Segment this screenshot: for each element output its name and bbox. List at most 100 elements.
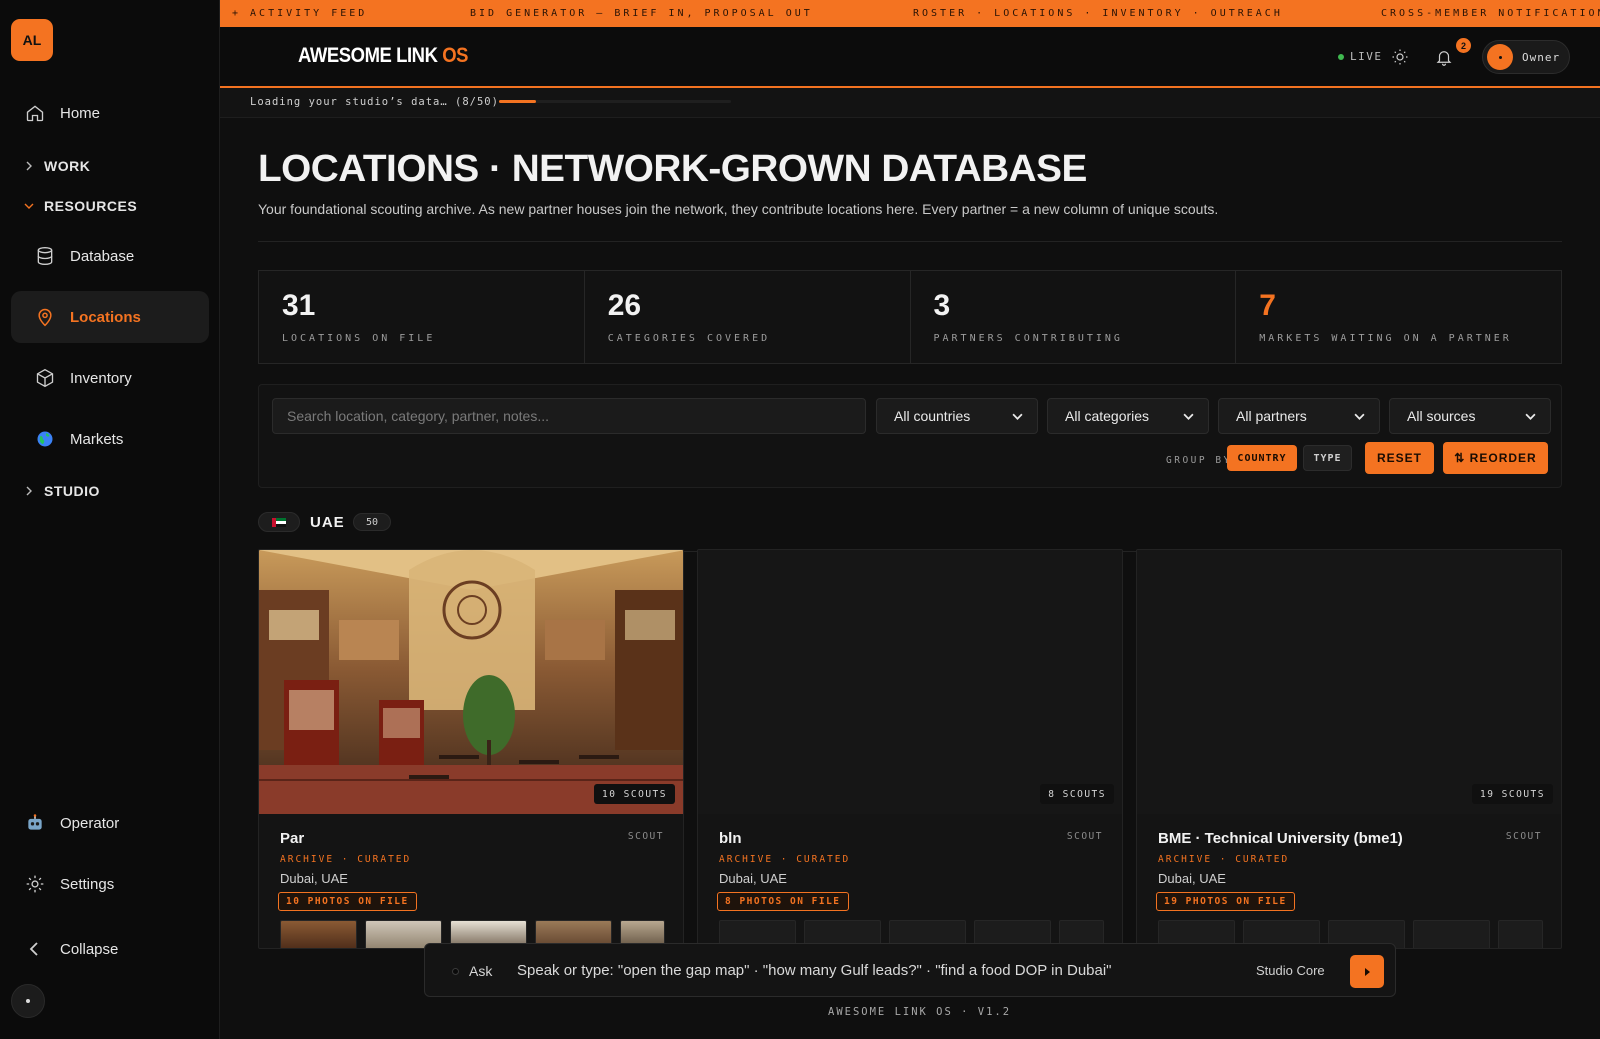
location-name: BME · Technical University (bme1) [1158,830,1403,847]
scouts-count-badge: 8 SCOUTS [1040,784,1114,804]
sidebar-collapse-button[interactable]: Collapse [11,923,209,975]
page-title: LOCATIONS · NETWORK-GROWN DATABASE [258,148,1087,190]
photo-thumbnail[interactable] [1498,920,1543,948]
ask-input[interactable] [517,962,1217,979]
source-tag: SCOUT [1505,831,1542,842]
sun-icon [1392,49,1408,65]
app-version-footer: AWESOME LINK OS · V1.2 [828,1006,1012,1018]
ask-label: Ask [469,963,493,979]
sidebar-section-studio[interactable]: STUDIO [24,483,100,499]
sidebar-item-locations[interactable]: Locations [11,291,209,343]
location-photo-placeholder [698,550,1122,814]
globe-icon [34,428,56,450]
group-by-type-chip[interactable]: TYPE [1303,445,1352,471]
scouts-count-badge: 10 SCOUTS [594,784,675,804]
sidebar-item-database[interactable]: Database [11,230,209,282]
ask-bar: Ask Studio Core [424,943,1396,997]
category-select[interactable]: All categories [1047,398,1209,434]
source-select[interactable]: All sources [1389,398,1551,434]
sidebar-item-operator[interactable]: Operator [11,797,209,849]
sidebar-item-label: Locations [70,308,141,326]
sidebar-section-label: WORK [44,158,91,174]
sidebar-item-label: Inventory [70,369,132,387]
sidebar-item-settings[interactable]: Settings [11,858,209,910]
group-by-label: GROUP BY [1166,455,1232,466]
photos-count-badge: 8 PHOTOS ON FILE [717,892,849,911]
page-subtitle: Your foundational scouting archive. As n… [258,201,1219,217]
play-icon [1365,967,1370,976]
photo-thumbnail[interactable] [280,920,357,948]
brand-wordmark[interactable]: AWESOME LINK OS [298,44,468,68]
group-name: UAE [310,514,345,531]
divider [258,241,1562,242]
country-select[interactable]: All countries [876,398,1038,434]
home-icon [24,102,46,124]
chevron-down-icon [1525,413,1536,420]
live-dot-icon [1338,53,1344,60]
group-by-country-chip[interactable]: COUNTRY [1227,445,1297,471]
reset-button[interactable]: RESET [1365,442,1434,474]
top-header: AWESOME LINK OS LIVE 2 Owner [220,27,1600,88]
location-place: Dubai, UAE [719,871,787,886]
location-meta: ARCHIVE · CURATED [1158,854,1290,865]
sidebar-section-label: RESOURCES [44,198,138,214]
live-indicator: LIVE [1338,50,1383,63]
mic-status-icon [452,968,459,975]
sidebar-item-markets[interactable]: Markets [11,413,209,465]
photos-count-badge: 19 PHOTOS ON FILE [1156,892,1295,911]
source-tag: SCOUT [627,831,664,842]
status-dot-button[interactable] [11,984,45,1018]
sidebar-section-label: STUDIO [44,483,100,499]
reorder-button[interactable]: ⇅ REORDER [1443,442,1548,474]
location-card[interactable]: 8 SCOUTS bln SCOUT ARCHIVE · CURATED Dub… [697,549,1123,949]
sidebar-item-inventory[interactable]: Inventory [11,352,209,404]
chevron-down-icon [1183,413,1194,420]
ticker-item[interactable]: BID GENERATOR — BRIEF IN, PROPOSAL OUT [470,8,813,19]
group-header-uae[interactable]: UAE 50 [258,504,1562,552]
search-input[interactable] [272,398,866,434]
send-button[interactable] [1350,955,1384,988]
location-meta: ARCHIVE · CURATED [280,854,412,865]
bell-icon [1436,51,1452,66]
location-photo-placeholder [1137,550,1561,814]
location-photo [259,550,683,814]
location-card[interactable]: 19 SCOUTS BME · Technical University (bm… [1136,549,1562,949]
activity-ticker: + ACTIVITY FEED BID GENERATOR — BRIEF IN… [220,0,1600,27]
location-name: Par [280,830,305,847]
app-logo[interactable]: AL [11,19,53,61]
model-selector[interactable]: Studio Core [1256,963,1325,978]
location-name: bln [719,830,742,847]
location-place: Dubai, UAE [280,871,348,886]
chevron-right-icon [24,161,38,171]
uae-flag-icon [258,512,300,532]
group-count-badge: 50 [353,513,391,531]
photos-count-badge: 10 PHOTOS ON FILE [278,892,417,911]
loading-text: Loading your studio’s data… (8/50) [250,96,499,108]
chevron-left-icon [24,938,46,960]
photo-thumbnail[interactable] [1413,920,1490,948]
chevron-down-icon [1354,413,1365,420]
sidebar-item-home[interactable]: Home [11,87,209,139]
theme-toggle-button[interactable] [1388,45,1412,69]
location-card[interactable]: 10 SCOUTS Par SCOUT ARCHIVE · CURATED Du… [258,549,684,949]
sidebar-item-label: Operator [60,814,120,832]
map-pin-icon [34,306,56,328]
sidebar: AL Home WORK RESOURCES Database Location… [0,0,220,1039]
filter-panel: All countries All categories All partner… [258,384,1562,488]
stat-categories: 26 CATEGORIES COVERED [585,271,911,363]
ticker-item[interactable]: CROSS-MEMBER NOTIFICATIONS [1381,8,1600,19]
partner-select[interactable]: All partners [1218,398,1380,434]
ticker-item[interactable]: ROSTER · LOCATIONS · INVENTORY · OUTREAC… [913,8,1283,19]
sidebar-section-resources[interactable]: RESOURCES [24,198,137,214]
loading-progress-bar [499,100,731,103]
robot-icon [24,812,46,834]
notifications-button[interactable] [1432,45,1456,69]
chevron-down-icon [1012,413,1023,420]
source-tag: SCOUT [1066,831,1103,842]
sidebar-section-work[interactable]: WORK [24,158,90,174]
database-icon [34,245,56,267]
chevron-down-icon [24,201,38,211]
user-menu-button[interactable]: Owner [1482,40,1570,74]
stat-partners: 3 PARTNERS CONTRIBUTING [911,271,1237,363]
ticker-item[interactable]: + ACTIVITY FEED [232,8,367,19]
